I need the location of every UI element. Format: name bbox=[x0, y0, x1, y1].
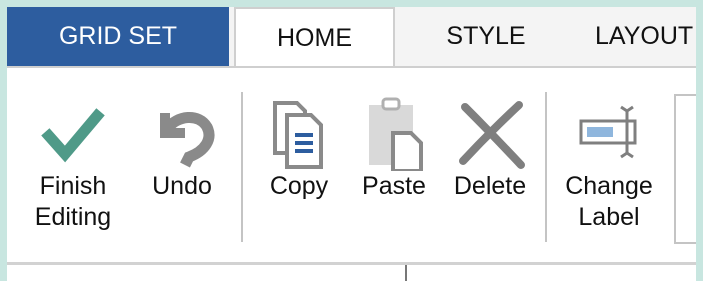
content-area bbox=[7, 265, 696, 281]
paste-icon bbox=[349, 93, 439, 173]
separator bbox=[676, 242, 696, 244]
tab-layout[interactable]: LAYOUT bbox=[595, 7, 696, 66]
separator bbox=[545, 92, 547, 242]
delete-button[interactable]: Delete bbox=[443, 93, 537, 202]
undo-button[interactable]: Undo bbox=[137, 93, 227, 202]
paste-label: Paste bbox=[362, 172, 426, 200]
tab-style[interactable]: STYLE bbox=[405, 7, 567, 66]
separator bbox=[674, 94, 676, 244]
separator bbox=[405, 265, 407, 281]
tab-home[interactable]: HOME bbox=[234, 7, 395, 68]
tab-grid-set[interactable]: GRID SET bbox=[7, 7, 229, 66]
finish-editing-button[interactable]: Finish Editing bbox=[27, 93, 119, 233]
undo-label: Undo bbox=[152, 172, 212, 200]
delete-label: Delete bbox=[453, 172, 527, 200]
finish-editing-label: Finish Editing bbox=[34, 172, 112, 231]
change-label-label: Change Label bbox=[565, 172, 653, 231]
checkmark-icon bbox=[27, 93, 119, 171]
delete-x-icon bbox=[443, 93, 537, 171]
change-label-button[interactable]: Change Label bbox=[557, 93, 661, 233]
undo-icon bbox=[137, 93, 227, 171]
copy-icon bbox=[257, 93, 341, 171]
copy-button[interactable]: Copy bbox=[257, 93, 341, 202]
separator bbox=[241, 92, 243, 242]
paste-button[interactable]: Paste bbox=[349, 93, 439, 202]
separator bbox=[676, 94, 696, 96]
change-label-icon bbox=[557, 93, 661, 171]
app-frame: GRID SET HOME STYLE LAYOUT Finish Editin… bbox=[7, 7, 696, 281]
copy-label: Copy bbox=[269, 172, 329, 200]
tab-bar: GRID SET HOME STYLE LAYOUT bbox=[7, 7, 696, 68]
